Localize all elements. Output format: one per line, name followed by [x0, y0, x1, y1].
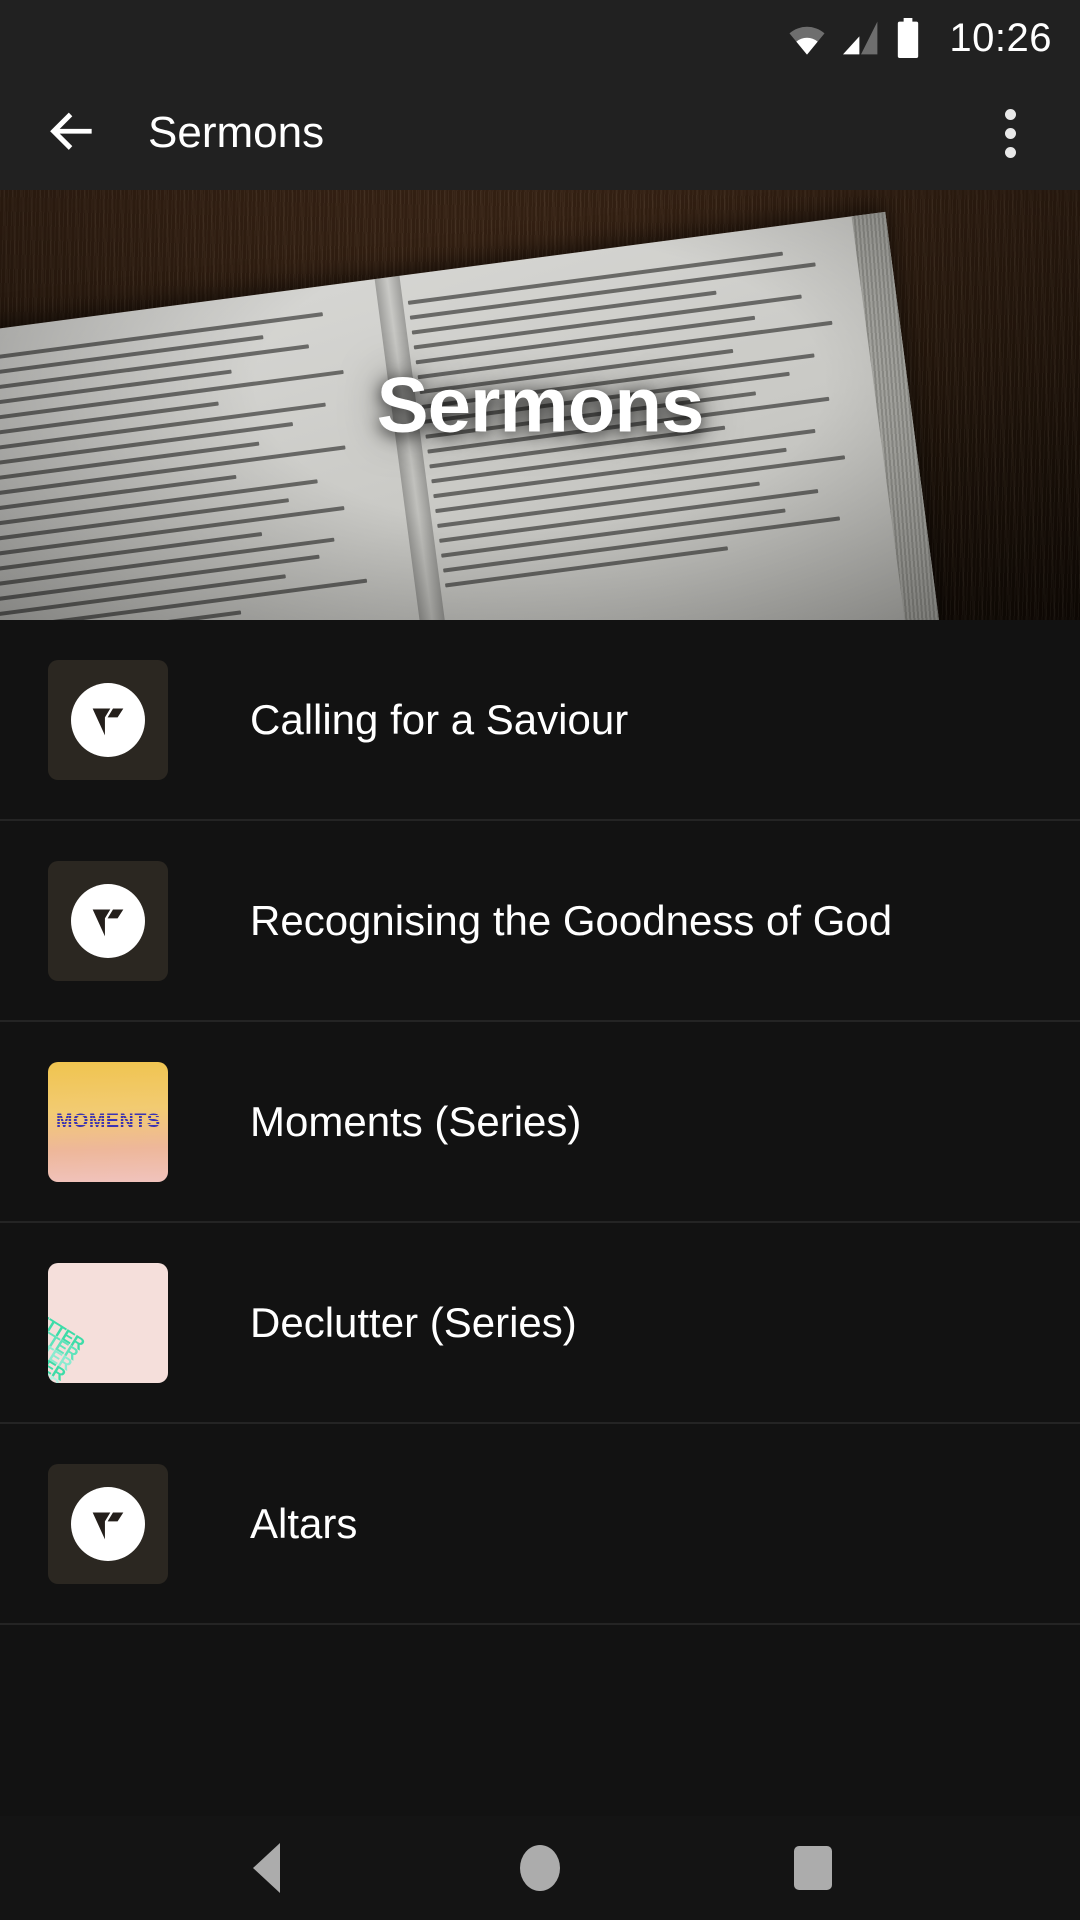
series-thumbnail-declutter: DECLUTTER DECLUTTER DECLUTTER DECLUTTER …: [48, 1262, 168, 1383]
sermon-list: Calling for a Saviour Recognising the Go…: [0, 620, 1080, 1816]
list-item-title: Moments (Series): [250, 1097, 582, 1145]
declutter-artwork-stack: DECLUTTER DECLUTTER DECLUTTER DECLUTTER …: [48, 1285, 168, 1382]
battery-icon: [895, 18, 921, 58]
cell-signal-icon: [841, 20, 881, 56]
hero-banner[interactable]: Sermons: [0, 190, 1080, 620]
status-time: 10:26: [949, 16, 1052, 60]
status-icons: 10:26: [787, 18, 1052, 58]
circle-home-icon: [519, 1845, 560, 1891]
list-item[interactable]: Calling for a Saviour: [0, 620, 1080, 821]
list-item-title: Recognising the Goodness of God: [250, 896, 893, 944]
more-vert-icon: [1004, 108, 1016, 120]
list-item-title: Declutter (Series): [250, 1298, 577, 1346]
hero-overlay-title: Sermons: [376, 360, 705, 449]
android-navigation-bar: [0, 1816, 1080, 1920]
square-recents-icon: [794, 1846, 833, 1890]
triangle-back-icon: [253, 1843, 281, 1893]
list-item-title: Calling for a Saviour: [250, 695, 629, 743]
wifi-icon: [787, 21, 827, 55]
overflow-menu-button[interactable]: [970, 90, 1050, 176]
arrow-back-icon: [45, 103, 101, 164]
moments-artwork-text: MOMENTS: [55, 1110, 161, 1132]
sermon-thumbnail-logo: [48, 1463, 168, 1584]
v-logo-icon: [71, 682, 145, 757]
status-bar: 10:26: [0, 0, 1080, 76]
nav-home-button[interactable]: [485, 1816, 595, 1920]
series-thumbnail-moments: MOMENTS: [48, 1061, 168, 1182]
nav-recents-button[interactable]: [758, 1816, 868, 1920]
sermon-thumbnail-logo: [48, 860, 168, 981]
list-item[interactable]: Altars: [0, 1424, 1080, 1625]
more-vert-icon-dot-2: [1004, 127, 1016, 139]
back-button[interactable]: [30, 90, 116, 176]
v-logo-icon: [71, 883, 145, 958]
more-vert-icon-dot-3: [1004, 146, 1016, 158]
nav-back-button[interactable]: [212, 1816, 322, 1920]
page-title: Sermons: [148, 108, 325, 157]
list-item[interactable]: Recognising the Goodness of God: [0, 821, 1080, 1022]
list-item-title: Altars: [250, 1499, 358, 1547]
app-bar: Sermons: [0, 76, 1080, 190]
list-item[interactable]: MOMENTS Moments (Series): [0, 1022, 1080, 1223]
v-logo-icon: [71, 1486, 145, 1561]
sermon-thumbnail-logo: [48, 659, 168, 780]
app-screen: 10:26 Sermons Sermons Calling for a Savi…: [0, 0, 1080, 1920]
list-item[interactable]: DECLUTTER DECLUTTER DECLUTTER DECLUTTER …: [0, 1223, 1080, 1424]
